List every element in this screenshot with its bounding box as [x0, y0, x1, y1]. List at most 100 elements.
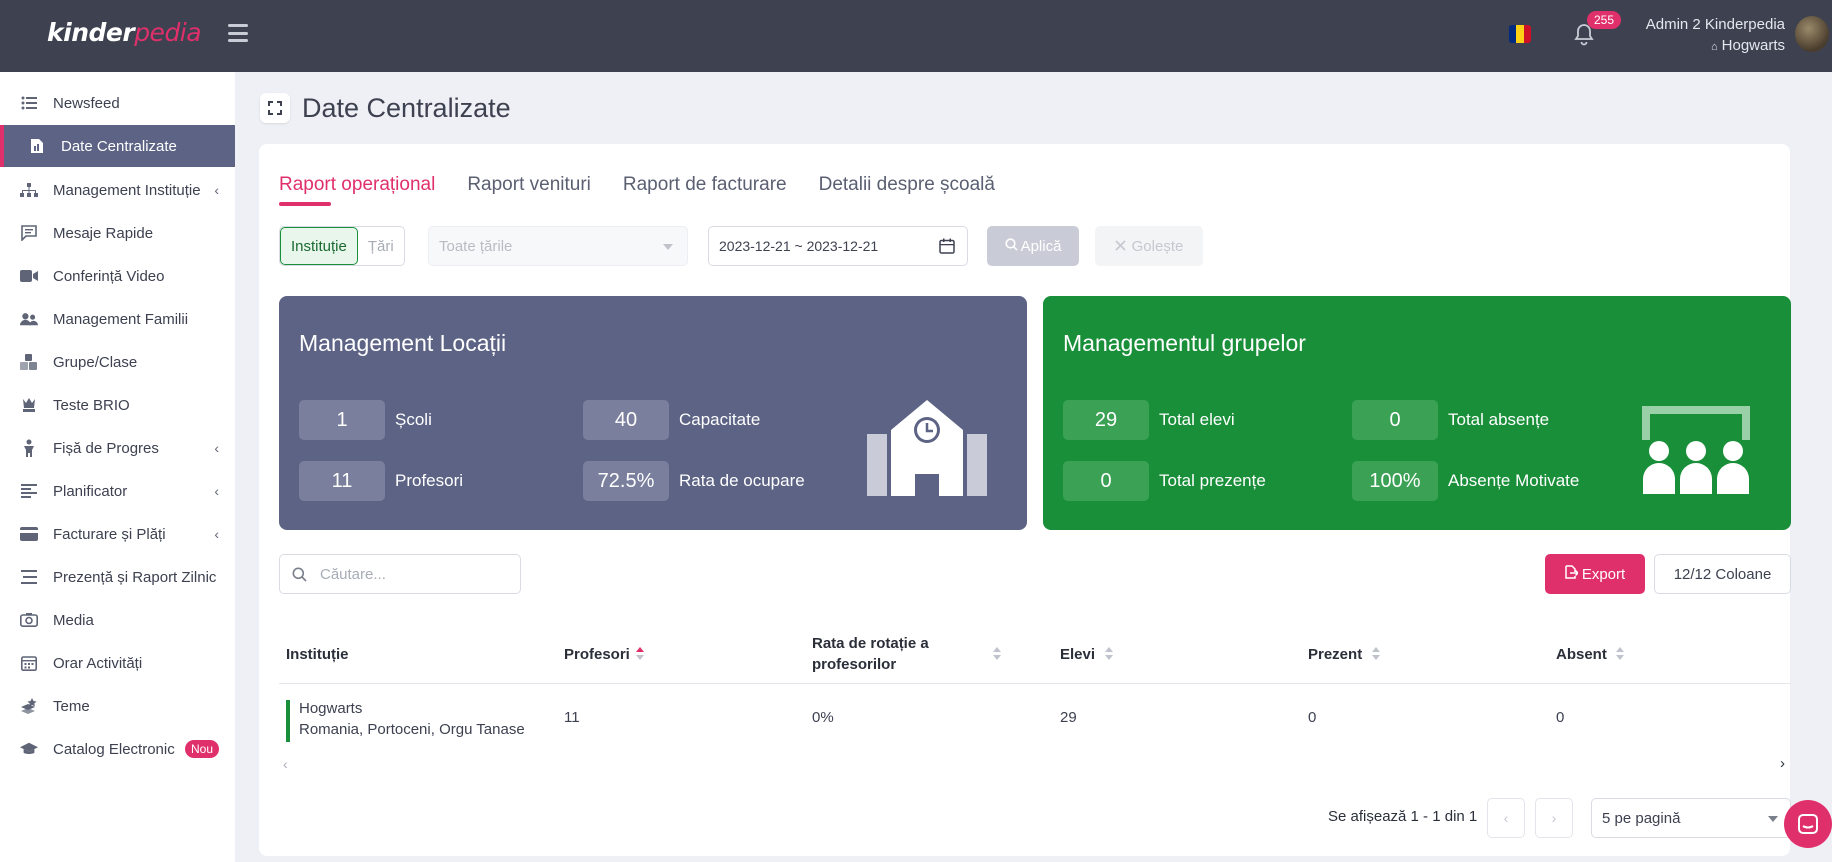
sidebar-item-newsfeed[interactable]: Newsfeed — [0, 82, 235, 124]
sidebar-item-label: Planificator — [53, 482, 128, 500]
chevron-left-icon: ‹ — [1503, 810, 1509, 826]
chess-icon — [20, 396, 38, 414]
sidebar-item-label: Management Instituție — [53, 181, 201, 199]
sidebar-item-label: Facturare și Plăți — [53, 525, 166, 543]
prev-page-button[interactable]: ‹ — [1487, 798, 1525, 838]
toggle-institutie[interactable]: Instituție — [280, 227, 358, 265]
calendar-icon — [939, 238, 955, 254]
table-cell-prezent: 0 — [1308, 709, 1317, 726]
menu-toggle-icon[interactable] — [228, 24, 248, 42]
column-header-profesori[interactable]: Profesori — [564, 624, 644, 684]
stat-rata-ocupare: 72.5% Rata de ocupare — [583, 461, 805, 501]
chevron-left-icon: ‹ — [214, 182, 219, 198]
sidebar-item-grupe-clase[interactable]: Grupe/Clase — [0, 341, 235, 383]
school-icon: ⌂ — [1710, 41, 1718, 53]
date-range-picker[interactable]: 2023-12-21 ~ 2023-12-21 — [708, 226, 968, 266]
sidebar-item-label: Grupe/Clase — [53, 353, 138, 371]
top-bar: kinderpedia 255 Admin 2 Kinderpedia ⌂ Hog… — [0, 0, 1832, 72]
report-tabs: Raport operațional Raport venituri Rapor… — [279, 174, 1027, 206]
new-badge: Nou — [185, 740, 220, 758]
column-header-prezent[interactable]: Prezent — [1308, 624, 1380, 684]
sidebar-item-label: Prezență și Raport Zilnic — [53, 568, 217, 586]
tab-raport-facturare[interactable]: Raport de facturare — [623, 174, 787, 206]
table-cell-rotatie: 0% — [812, 709, 834, 726]
blocks-icon — [20, 353, 38, 371]
stat-total-elevi: 29 Total elevi — [1063, 400, 1235, 440]
panel-title: Managementul grupelor — [1063, 330, 1306, 356]
main-card: Raport operațional Raport venituri Rapor… — [259, 144, 1791, 856]
sidebar-item-orar-activitati[interactable]: Orar Activități — [0, 642, 235, 684]
avatar[interactable] — [1795, 16, 1829, 52]
table-row-institution[interactable]: Hogwarts Romania, Portoceni, Orgu Tanase — [299, 698, 525, 740]
search-input[interactable]: Căutare... — [279, 554, 521, 594]
countries-select[interactable]: Toate țările — [428, 226, 688, 266]
column-header-rata-rotatie[interactable]: Rata de rotație a profesorilor — [812, 624, 1002, 684]
chevron-left-icon: ‹ — [214, 440, 219, 456]
sidebar-item-facturare-si-plati[interactable]: Facturare și Plăți ‹ — [0, 513, 235, 555]
next-page-button[interactable]: › — [1535, 798, 1573, 838]
chat-icon[interactable] — [1784, 800, 1832, 848]
language-flag-icon[interactable] — [1509, 25, 1531, 43]
sidebar-item-media[interactable]: Media — [0, 599, 235, 641]
column-header-absent[interactable]: Absent — [1556, 624, 1624, 684]
stat-profesori: 11 Profesori — [299, 461, 463, 501]
fullscreen-icon[interactable] — [260, 93, 290, 123]
page-header: Date Centralizate — [260, 92, 511, 124]
column-header-elevi[interactable]: Elevi — [1060, 624, 1113, 684]
sidebar-item-conferinta-video[interactable]: Conferință Video — [0, 255, 235, 297]
report-icon — [28, 137, 46, 155]
sidebar-item-teme[interactable]: Teme — [0, 685, 235, 727]
sidebar-item-mesaje-rapide[interactable]: Mesaje Rapide — [0, 212, 235, 254]
sidebar-item-label: Teme — [53, 697, 90, 715]
panel-title: Management Locații — [299, 330, 507, 356]
sidebar-item-management-institutie[interactable]: Management Instituție ‹ — [0, 169, 235, 211]
apply-button[interactable]: Aplică — [987, 226, 1079, 266]
sort-icon — [993, 647, 1001, 661]
sidebar-item-prezenta[interactable]: Prezență și Raport Zilnic — [0, 556, 235, 598]
sidebar-item-teste-brio[interactable]: Teste BRIO — [0, 384, 235, 426]
sort-icon — [1105, 647, 1113, 661]
camera-icon — [20, 611, 38, 629]
export-button[interactable]: Export — [1545, 554, 1645, 594]
notification-badge: 255 — [1587, 11, 1622, 29]
table-divider — [279, 683, 1791, 684]
org-chart-icon — [20, 181, 38, 199]
list-icon — [20, 94, 38, 112]
user-school[interactable]: ⌂ Hogwarts — [1711, 37, 1785, 54]
sidebar-item-planificator[interactable]: Planificator ‹ — [0, 470, 235, 512]
scroll-left-icon[interactable]: ‹ — [283, 756, 288, 772]
tab-detalii-scoala[interactable]: Detalii despre școală — [819, 174, 995, 206]
chevron-left-icon: ‹ — [214, 526, 219, 542]
sidebar-item-catalog-electronic[interactable]: Catalog Electronic Nou — [0, 728, 235, 770]
status-indicator — [286, 700, 290, 742]
school-building-icon — [867, 400, 987, 496]
clear-button[interactable]: Golește — [1095, 226, 1203, 266]
sidebar-item-fisa-de-progres[interactable]: Fișă de Progres ‹ — [0, 427, 235, 469]
export-file-icon — [1565, 565, 1579, 583]
search-icon — [292, 567, 307, 582]
search-icon — [1004, 237, 1018, 255]
video-camera-icon — [20, 267, 38, 285]
stat-total-absente: 0 Total absențe — [1352, 400, 1549, 440]
locations-panel: Management Locații 1 Școli 40 Capacitate 1… — [279, 296, 1027, 530]
kinderpedia-logo[interactable]: kinderpedia — [47, 18, 202, 47]
align-left-icon — [20, 482, 38, 500]
columns-button[interactable]: 12/12 Coloane — [1654, 554, 1791, 594]
user-name[interactable]: Admin 2 Kinderpedia — [1646, 16, 1785, 33]
calendar-icon — [20, 654, 38, 672]
sidebar-item-label: Newsfeed — [53, 94, 120, 112]
pagination-info: Se afișează 1 - 1 din 1 — [1328, 808, 1478, 825]
per-page-select[interactable]: 5 pe pagină — [1591, 798, 1791, 838]
table-cell-elevi: 29 — [1060, 709, 1077, 726]
page-title: Date Centralizate — [302, 92, 511, 123]
tab-raport-venituri[interactable]: Raport venituri — [467, 174, 591, 206]
scroll-right-icon[interactable]: › — [1780, 755, 1785, 772]
column-header-institutie[interactable]: Instituție — [286, 624, 349, 684]
stat-total-prezente: 0 Total prezențe — [1063, 461, 1266, 501]
tab-raport-operational[interactable]: Raport operațional — [279, 174, 435, 206]
sidebar-item-date-centralizate[interactable]: Date Centralizate — [0, 125, 235, 167]
sidebar-item-label: Media — [53, 611, 94, 629]
toggle-tari[interactable]: Țări — [358, 227, 404, 265]
sidebar-item-management-familii[interactable]: Management Familii — [0, 298, 235, 340]
chevron-right-icon: › — [1551, 810, 1557, 826]
